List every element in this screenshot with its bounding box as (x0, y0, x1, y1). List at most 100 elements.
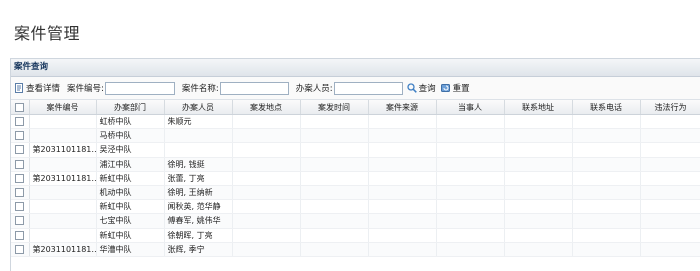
row-checkbox[interactable] (15, 244, 25, 254)
case-query-panel: 案件查询 查看详情 案件编号: 案件名称: 办案人员: 查询 重置 案件编号 办… (10, 58, 700, 271)
table-cell (504, 228, 573, 243)
table-cell (436, 199, 505, 215)
table-row[interactable]: 新虹中队 闻秋英, 范华静 (11, 199, 700, 215)
row-select-cell[interactable] (11, 199, 30, 215)
table-cell (300, 228, 369, 243)
column-header[interactable]: 联系地址 (504, 100, 573, 115)
table-cell: 新虹中队 (96, 199, 165, 215)
table-cell (232, 128, 301, 144)
reset-button[interactable]: 重置 (440, 82, 470, 94)
toolbar: 查看详情 案件编号: 案件名称: 办案人员: 查询 重置 (11, 77, 700, 100)
table-cell: 第2031101181… (29, 142, 97, 158)
reset-icon (440, 83, 451, 93)
table-cell (436, 114, 505, 130)
row-checkbox[interactable] (15, 173, 25, 183)
row-select-cell[interactable] (11, 171, 30, 186)
row-select-cell[interactable] (11, 228, 30, 243)
table-row[interactable]: 第2031101181… 新虹中队 张蕾, 丁亮 (11, 171, 700, 186)
table-cell (232, 199, 301, 215)
case-no-input[interactable] (104, 81, 175, 95)
row-checkbox[interactable] (15, 145, 25, 155)
table-body: 虹桥中队 朱顺元 马桥中队 第2031101181… 吴泾中队 浦江中队 徐明, 钱挺 第20… (11, 114, 700, 257)
reset-label: 重置 (452, 84, 470, 94)
select-all-checkbox[interactable] (15, 102, 25, 112)
row-checkbox[interactable] (15, 216, 25, 226)
row-checkbox[interactable] (15, 131, 25, 141)
row-select-cell[interactable] (11, 213, 30, 229)
table-cell (232, 171, 301, 186)
table-cell (300, 171, 369, 186)
table-cell (572, 213, 641, 229)
table-cell (29, 199, 97, 215)
table-cell (29, 114, 97, 130)
column-header[interactable]: 办案部门 (96, 100, 165, 115)
table-cell (504, 213, 573, 229)
row-select-cell[interactable] (11, 114, 30, 130)
table-cell (300, 213, 369, 229)
magnifier-icon (406, 83, 417, 93)
table-cell (300, 157, 369, 172)
table-cell (640, 242, 700, 257)
case-name-label: 案件名称: (181, 84, 219, 94)
table-cell (368, 199, 437, 215)
table-cell (504, 185, 573, 201)
row-select-cell[interactable] (11, 185, 30, 201)
table-cell: 新虹中队 (96, 171, 165, 186)
column-header[interactable]: 办案人员 (164, 100, 233, 115)
case-name-input[interactable] (219, 81, 289, 95)
select-all-header[interactable] (11, 100, 30, 115)
table-cell: 七宝中队 (96, 213, 165, 229)
column-header[interactable]: 案件编号 (29, 100, 97, 115)
row-select-cell[interactable] (11, 142, 30, 158)
column-header[interactable]: 案发时间 (300, 100, 369, 115)
table-cell (572, 199, 641, 215)
table-row[interactable]: 机动中队 徐明, 王纳新 (11, 185, 700, 201)
table-cell: 徐明, 钱挺 (164, 157, 233, 172)
handler-input[interactable] (333, 81, 403, 95)
row-select-cell[interactable] (11, 128, 30, 144)
table-cell (572, 242, 641, 257)
column-header[interactable]: 违法行为 (640, 100, 700, 115)
table-cell (572, 157, 641, 172)
table-row[interactable]: 七宝中队 傅春军, 姚伟华 (11, 213, 700, 229)
table-row[interactable]: 浦江中队 徐明, 钱挺 (11, 157, 700, 172)
document-icon (14, 83, 24, 93)
column-header[interactable]: 案件来源 (368, 100, 437, 115)
table-row[interactable]: 马桥中队 (11, 128, 700, 144)
table-cell (572, 228, 641, 243)
table-cell (640, 171, 700, 186)
row-checkbox[interactable] (15, 159, 25, 169)
row-select-cell[interactable] (11, 157, 30, 172)
table-row[interactable]: 第2031101181… 华漕中队 张辉, 季宁 (11, 242, 700, 257)
table-cell (504, 242, 573, 257)
table-cell (29, 157, 97, 172)
column-header[interactable]: 当事人 (436, 100, 505, 115)
table-cell (368, 171, 437, 186)
table-cell (232, 228, 301, 243)
table-cell (436, 128, 505, 144)
table-row[interactable]: 第2031101181… 吴泾中队 (11, 142, 700, 158)
row-checkbox[interactable] (15, 188, 25, 198)
table-cell (29, 213, 97, 229)
table-cell (504, 142, 573, 158)
search-button[interactable]: 查询 (406, 82, 436, 94)
table-row[interactable]: 虹桥中队 朱顺元 (11, 114, 700, 130)
table-cell (436, 142, 505, 158)
table-cell (436, 185, 505, 201)
table-cell (300, 185, 369, 201)
view-details-button[interactable]: 查看详情 (14, 82, 60, 94)
search-label: 查询 (418, 84, 436, 94)
row-select-cell[interactable] (11, 242, 30, 257)
table-cell (232, 213, 301, 229)
row-checkbox[interactable] (15, 117, 25, 127)
table-cell (436, 157, 505, 172)
column-header[interactable]: 案发地点 (232, 100, 301, 115)
row-checkbox[interactable] (15, 202, 25, 212)
table-cell (300, 142, 369, 158)
table-cell: 虹桥中队 (96, 114, 165, 130)
table-cell (504, 199, 573, 215)
row-checkbox[interactable] (15, 230, 25, 240)
column-header[interactable]: 联系电话 (572, 100, 641, 115)
table-cell (640, 199, 700, 215)
table-row[interactable]: 新虹中队 徐朝晖, 丁亮 (11, 228, 700, 243)
